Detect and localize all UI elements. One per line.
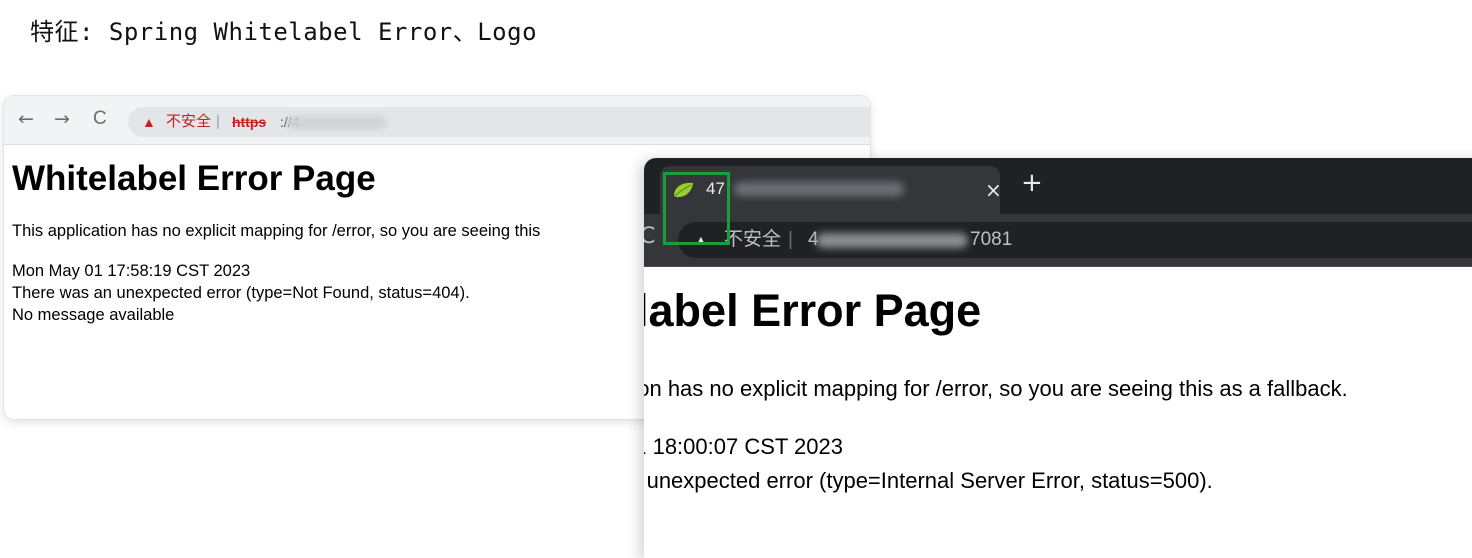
browser-toolbar: ← → C ▲ 不安全 | https ://4 [4,96,870,145]
tab-title: 47 [706,179,725,198]
dark-browser-window: 47 × + C ▲ 不安全 | 4 7081 elabel Error Pag… [644,158,1472,558]
redacted-host [816,233,968,248]
tab-close-icon[interactable]: × [985,178,1002,202]
browser-tab[interactable]: 47 × [660,166,1002,214]
redacted-tab-title [734,182,904,196]
insecure-label[interactable]: 不安全 [166,107,211,137]
address-separator: | [216,113,220,130]
error-status-line: an unexpected error (type=Internal Serve… [644,468,1213,493]
url-scheme: https [232,114,267,130]
browser-toolbar: C ▲ 不安全 | 4 7081 [644,214,1472,267]
caption: 特征: Spring Whitelabel Error、Logo [30,18,538,46]
reload-icon[interactable]: C [93,109,107,129]
tab-strip: 47 × + [644,158,1472,214]
reload-icon[interactable]: C [644,224,655,249]
error-timestamp: 01 18:00:07 CST 2023 [644,434,843,459]
address-bar[interactable]: ▲ 不安全 | https ://4 [128,107,870,137]
redacted-host [286,116,386,129]
address-separator: | [788,229,793,250]
forward-arrow-icon[interactable]: → [54,109,70,129]
url-port: 7081 [970,229,1013,250]
spring-leaf-icon [674,182,693,198]
page-title: elabel Error Page [644,285,982,336]
page-description: ation has no explicit mapping for /error… [644,376,1348,401]
new-tab-icon[interactable]: + [1021,169,1043,197]
warning-icon: ▲ [694,232,708,248]
address-bar[interactable]: ▲ 不安全 | 4 7081 [678,222,1472,258]
insecure-label[interactable]: 不安全 [724,222,781,258]
warning-icon: ▲ [142,114,156,130]
back-arrow-icon[interactable]: ← [18,109,34,129]
